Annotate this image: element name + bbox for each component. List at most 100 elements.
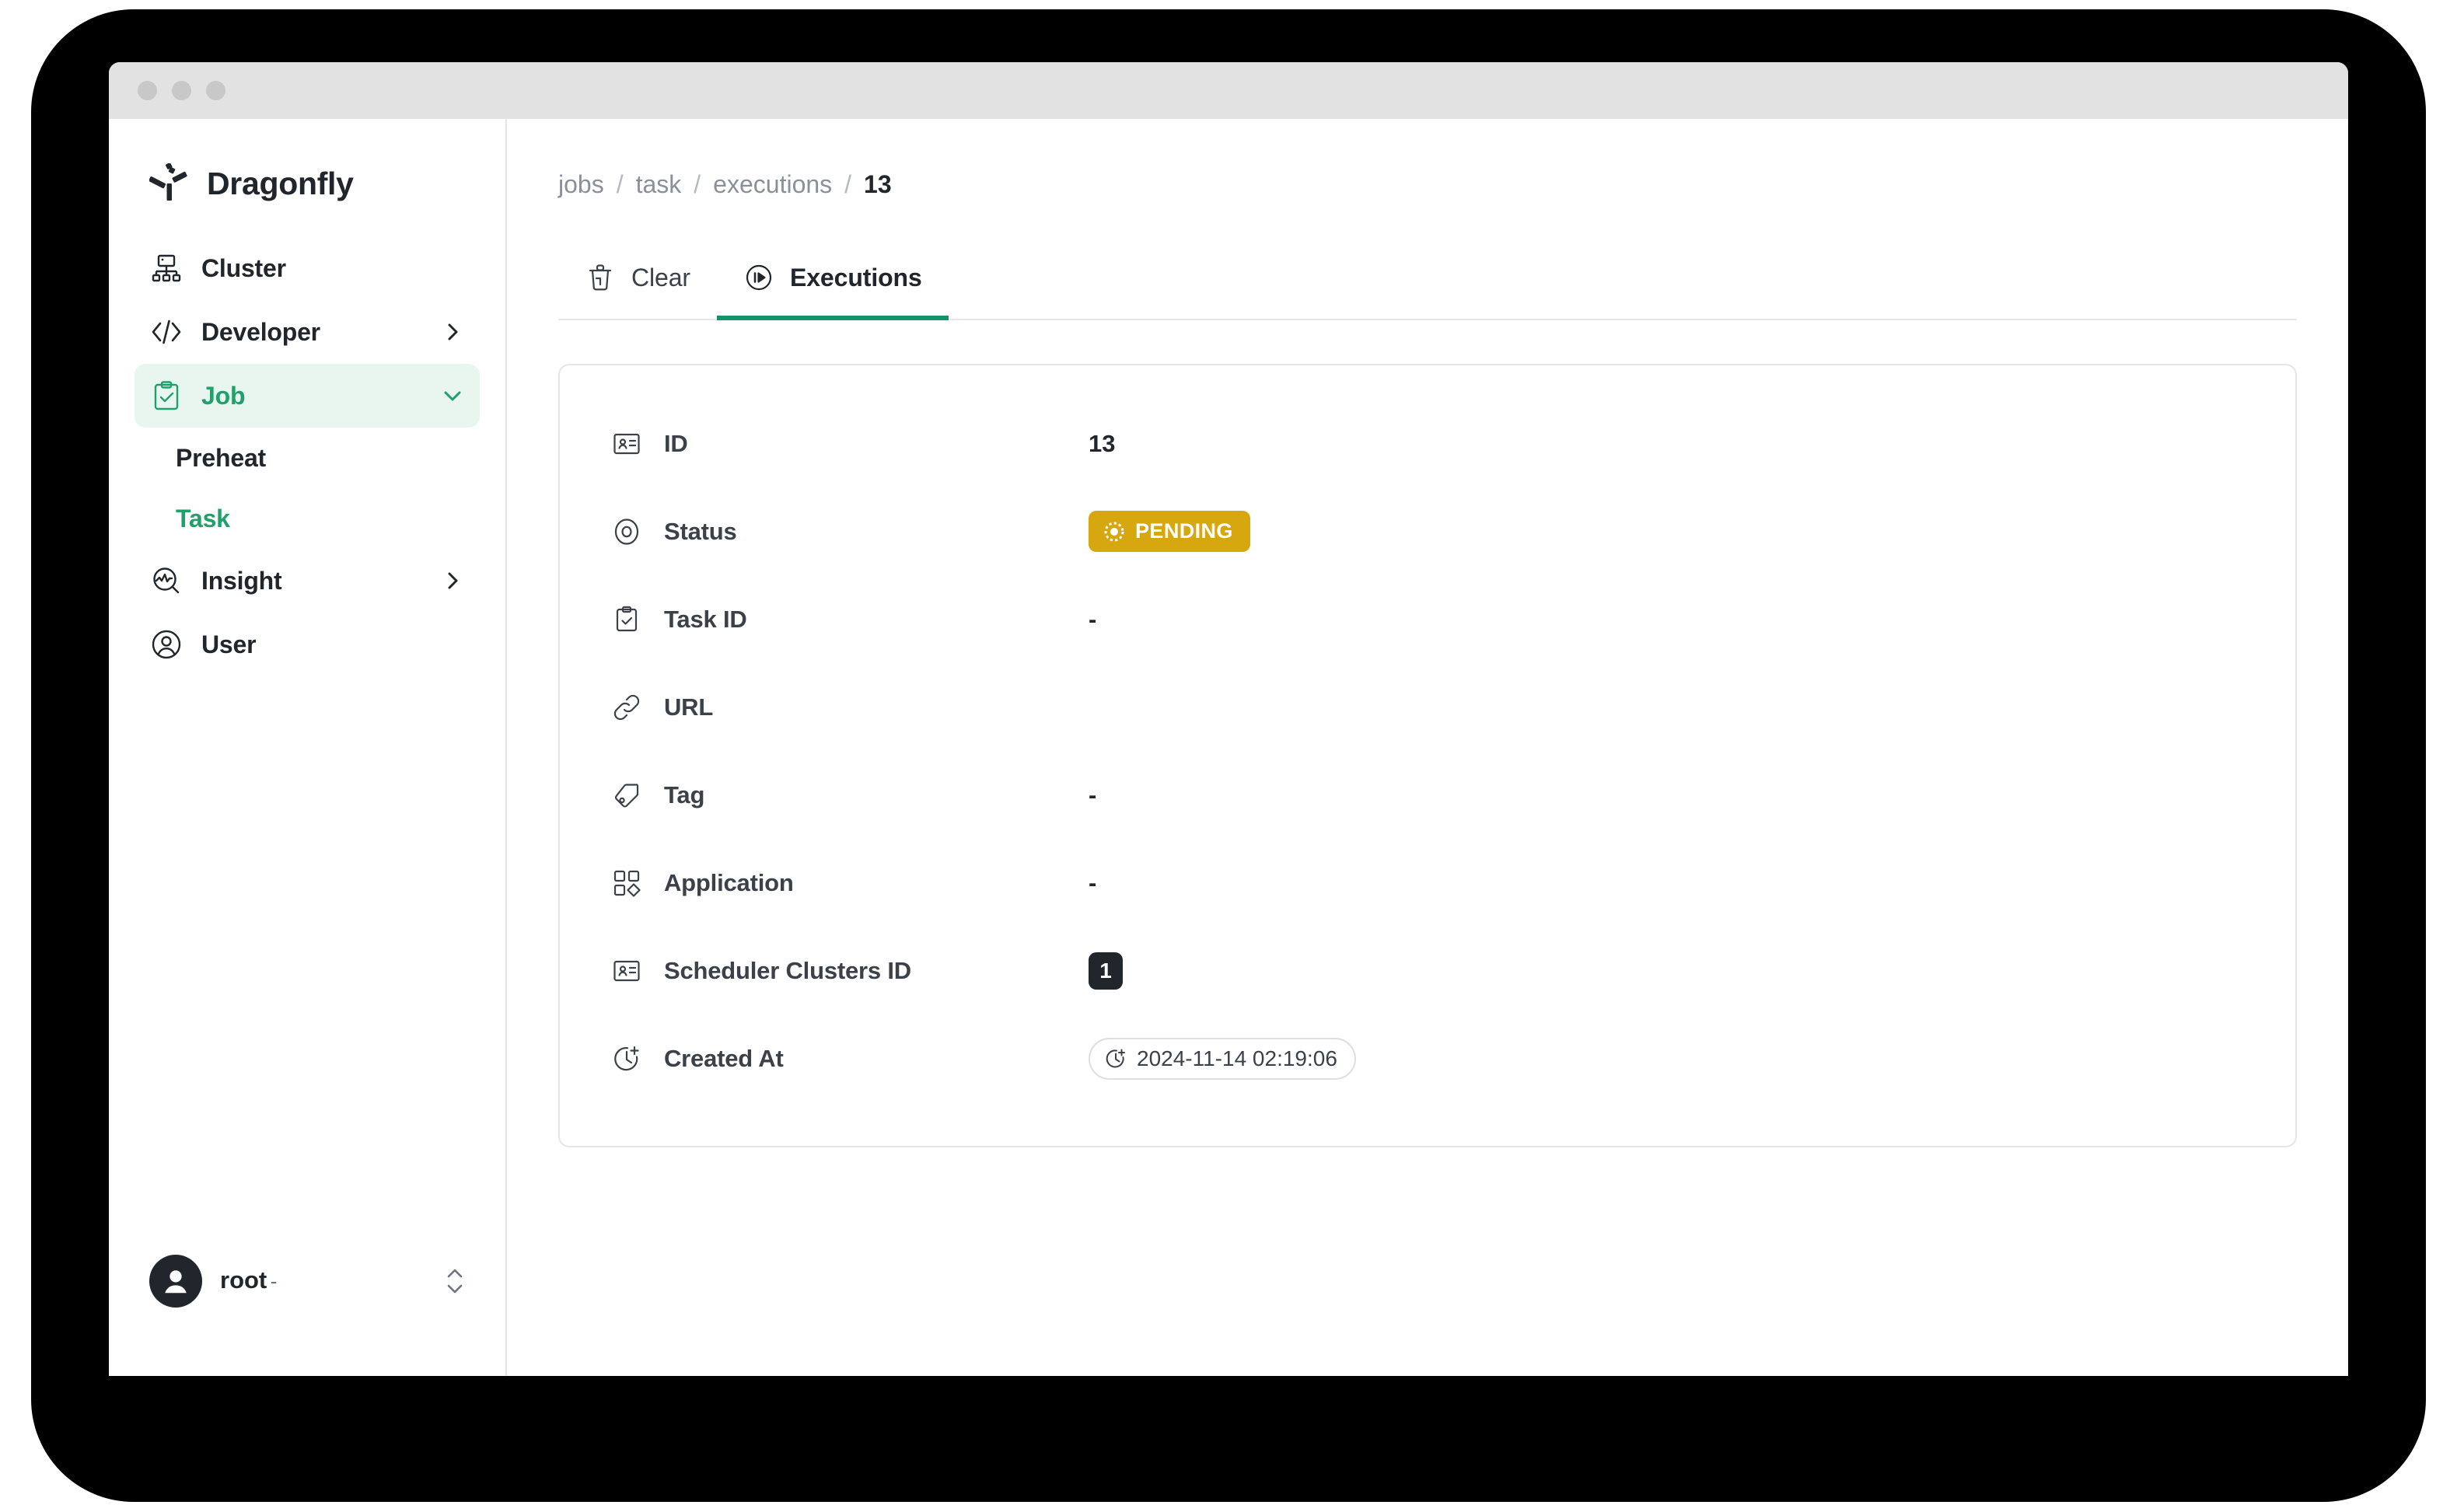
sidebar-user-subtitle: - — [270, 1269, 278, 1294]
chevron-right-icon — [441, 320, 464, 344]
cluster-icon — [150, 252, 183, 285]
sidebar-item-label: Cluster — [201, 253, 286, 282]
detail-row-id: ID 13 — [560, 400, 2295, 487]
detail-label-group: Task ID — [611, 604, 1089, 635]
detail-value-created-at: 2024-11-14 02:19:06 — [1089, 1037, 2295, 1080]
sidebar-item-task[interactable]: Task — [109, 488, 505, 549]
detail-label: Task ID — [664, 605, 747, 633]
code-brackets-icon — [150, 316, 183, 348]
detail-label: URL — [664, 693, 714, 721]
detail-row-application: Application - — [560, 839, 2295, 927]
sidebar-item-job[interactable]: Job — [135, 364, 480, 428]
close-window-button[interactable] — [138, 81, 157, 100]
breadcrumb-item-executions[interactable]: executions — [713, 170, 832, 199]
apps-grid-icon — [611, 868, 642, 899]
sidebar-item-developer[interactable]: Developer — [135, 300, 480, 364]
breadcrumb-separator: / — [844, 170, 852, 198]
breadcrumb-separator: / — [694, 170, 701, 198]
sidebar-item-cluster[interactable]: Cluster — [135, 236, 480, 300]
chevron-right-icon — [441, 569, 464, 592]
avatar — [149, 1255, 202, 1308]
window-body: Dragonfly Cluster Developer Job Preheat … — [109, 119, 2348, 1376]
breadcrumb-separator: / — [616, 170, 624, 198]
detail-label-group: Status — [611, 516, 1089, 547]
detail-value-task-id: - — [1089, 605, 1097, 633]
detail-label-group: Scheduler Clusters ID — [611, 955, 1089, 986]
minimize-window-button[interactable] — [172, 81, 191, 100]
tab-clear[interactable]: Clear — [558, 239, 717, 320]
sidebar-item-preheat[interactable]: Preheat — [109, 428, 505, 488]
detail-label-group: URL — [611, 692, 1089, 723]
detail-value-status: PENDING — [1089, 511, 2295, 552]
detail-row-tag: Tag - — [560, 751, 2295, 839]
created-at-chip: 2024-11-14 02:19:06 — [1089, 1037, 1356, 1080]
breadcrumb-item-jobs[interactable]: jobs — [558, 170, 604, 199]
tab-bar: Clear Executions — [558, 239, 2297, 320]
play-circle-icon — [743, 262, 774, 293]
sidebar-user-text: root - — [220, 1268, 445, 1294]
sidebar: Dragonfly Cluster Developer Job Preheat … — [109, 119, 507, 1376]
detail-label-group: ID — [611, 428, 1089, 459]
detail-value-application: - — [1089, 868, 1097, 896]
detail-label: ID — [664, 429, 688, 457]
brand-logo[interactable]: Dragonfly — [109, 119, 505, 204]
chevron-up-down-icon[interactable] — [445, 1263, 465, 1299]
detail-label-group: Application — [611, 868, 1089, 899]
detail-label: Created At — [664, 1044, 784, 1072]
detail-label: Status — [664, 517, 737, 545]
execution-detail-card: ID 13 Status PENDING Task ID - URL Tag -… — [558, 364, 2297, 1147]
detail-row-status: Status PENDING — [560, 487, 2295, 575]
sidebar-item-label: Developer — [201, 317, 320, 346]
insight-magnifier-icon — [150, 564, 183, 597]
id-card-icon — [611, 955, 642, 986]
detail-row-scheduler-clusters-id: Scheduler Clusters ID 1 — [560, 927, 2295, 1014]
tab-label: Executions — [789, 263, 922, 292]
window-titlebar — [109, 62, 2348, 119]
detail-row-task-id: Task ID - — [560, 575, 2295, 663]
detail-value-tag: - — [1089, 780, 1097, 808]
detail-label: Scheduler Clusters ID — [664, 956, 911, 984]
detail-label: Application — [664, 868, 794, 896]
sidebar-subitem-label: Task — [176, 504, 230, 533]
sidebar-item-user[interactable]: User — [135, 613, 480, 676]
tag-icon — [611, 780, 642, 811]
status-badge-label: PENDING — [1135, 519, 1233, 543]
maximize-window-button[interactable] — [206, 81, 225, 100]
browser-window: Dragonfly Cluster Developer Job Preheat … — [109, 62, 2348, 1376]
tab-executions[interactable]: Executions — [716, 239, 949, 320]
dragonfly-logo-icon — [149, 162, 190, 204]
detail-row-url: URL — [560, 663, 2295, 751]
id-card-icon — [611, 428, 642, 459]
link-icon — [611, 692, 642, 723]
clock-plus-icon — [611, 1043, 642, 1074]
detail-row-created-at: Created At 2024-11-14 02:19:06 — [560, 1014, 2295, 1102]
sidebar-user-switcher[interactable]: root - — [109, 1255, 505, 1308]
detail-label-group: Tag — [611, 780, 1089, 811]
sidebar-subitem-label: Preheat — [176, 443, 266, 472]
status-badge: PENDING — [1089, 511, 1250, 552]
trash-icon — [585, 262, 616, 293]
sidebar-item-label: Insight — [201, 566, 282, 595]
pending-spinner-icon — [1103, 520, 1126, 543]
scheduler-cluster-chip[interactable]: 1 — [1089, 952, 1123, 990]
chevron-down-icon — [441, 384, 464, 407]
detail-value-id: 13 — [1089, 429, 1116, 457]
breadcrumb-item-task[interactable]: task — [636, 170, 682, 199]
brand-name: Dragonfly — [207, 165, 354, 201]
breadcrumb-item-current: 13 — [864, 170, 892, 198]
breadcrumb: jobs / task / executions / 13 — [507, 119, 2348, 199]
detail-label: Tag — [664, 780, 705, 808]
sidebar-user-name: root — [220, 1266, 267, 1294]
sidebar-item-insight[interactable]: Insight — [135, 549, 480, 613]
user-circle-icon — [150, 628, 183, 661]
created-at-text: 2024-11-14 02:19:06 — [1137, 1046, 1337, 1070]
sidebar-nav: Cluster Developer Job Preheat Task Insig… — [109, 236, 505, 676]
tab-label: Clear — [631, 263, 690, 292]
sidebar-item-label: User — [201, 630, 257, 658]
clipboard-check-icon — [150, 379, 183, 412]
detail-value-scheduler-clusters-id: 1 — [1089, 952, 2295, 990]
detail-label-group: Created At — [611, 1043, 1089, 1074]
clock-plus-icon — [1104, 1047, 1127, 1070]
sidebar-item-label: Job — [201, 381, 246, 410]
clipboard-check-icon — [611, 604, 642, 635]
